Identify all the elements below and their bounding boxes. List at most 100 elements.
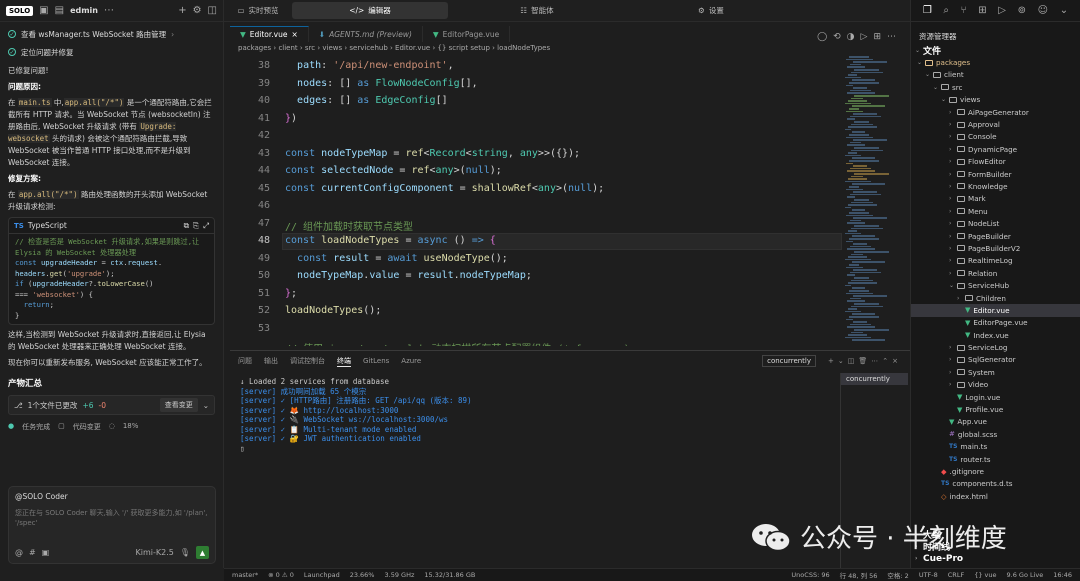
tree-item[interactable]: › ServiceLog xyxy=(911,341,1080,353)
tree-item[interactable]: ▼ Index.vue xyxy=(911,329,1080,341)
tree-item[interactable]: ⌄ src xyxy=(911,81,1080,93)
editor-tab[interactable]: ▼ Editor.vue × xyxy=(230,26,309,42)
tree-item[interactable]: TS router.ts xyxy=(911,453,1080,465)
language-status[interactable]: {} vue xyxy=(974,571,996,579)
panel-icon[interactable]: ▤ xyxy=(55,5,64,16)
tree-item[interactable]: › FlowEditor xyxy=(911,156,1080,168)
tree-item[interactable]: ⌄ ServiceHub xyxy=(911,279,1080,291)
tree-item[interactable]: › SqlGenerator xyxy=(911,354,1080,366)
chevron-down-icon[interactable]: ⌄ xyxy=(203,401,209,410)
tree-item[interactable]: TS components.d.ts xyxy=(911,478,1080,490)
tree-item[interactable]: ◇ index.html xyxy=(911,490,1080,502)
chat-input-box[interactable]: @SOLO Coder 您正在与 SOLO Coder 聊天,输入 '/' 获取… xyxy=(8,486,216,564)
tree-item[interactable]: ▼ Login.vue xyxy=(911,391,1080,403)
tree-item[interactable]: ▼ App.vue xyxy=(911,416,1080,428)
code-editor[interactable]: 38 39 40 41 42 43 44 45 46 47 48 49 50 51 52 53 path: '… xyxy=(230,56,842,346)
mic-icon[interactable]: 🎙 xyxy=(180,548,190,557)
terminal-output[interactable]: ↓ Loaded 2 services from database [serve… xyxy=(240,377,472,453)
tab-agent[interactable]: ☷ 智能体 xyxy=(452,2,622,19)
send-button[interactable]: ▲ xyxy=(196,546,209,559)
tab-azure[interactable]: Azure xyxy=(401,357,421,365)
golive-status[interactable]: 9.6 Go Live xyxy=(1007,571,1044,579)
tree-item[interactable]: ⌄ views xyxy=(911,94,1080,106)
problems-status[interactable]: ⊗ 0 ⚠ 0 xyxy=(268,571,294,579)
sidebar-toggle-icon[interactable]: ▣ xyxy=(39,5,48,16)
tree-item[interactable]: › Relation xyxy=(911,267,1080,279)
tree-item[interactable]: › Mark xyxy=(911,193,1080,205)
indent-status[interactable]: 空格: 2 xyxy=(887,570,908,580)
task-item[interactable]: ✓ 定位问题并修复 xyxy=(0,43,223,61)
settings-icon[interactable]: ⚙ xyxy=(193,5,202,16)
tree-item[interactable]: › Console xyxy=(911,131,1080,143)
editor-actions[interactable]: ◯⟲◑▷⊞⋯ xyxy=(817,32,910,42)
tree-item[interactable]: # global.scss xyxy=(911,428,1080,440)
tree-item[interactable]: › PageBuilderV2 xyxy=(911,242,1080,254)
branch-status[interactable]: master* xyxy=(232,571,258,579)
accounts-icon[interactable]: ☺ xyxy=(1038,5,1048,16)
unocss-status[interactable]: UnoCSS: 96 xyxy=(791,571,829,579)
hash-icon[interactable]: # xyxy=(29,548,36,557)
launchpad-status[interactable]: Launchpad xyxy=(304,571,340,579)
tree-item[interactable]: ▼ Profile.vue xyxy=(911,403,1080,415)
files-icon[interactable]: ❐ xyxy=(923,5,932,16)
line-number: 53 xyxy=(257,322,270,334)
terminal-actions[interactable]: +⌄◫🗑⋯⌃× xyxy=(828,357,902,365)
copy-icon[interactable]: ⧉ xyxy=(184,221,189,231)
mention-icon[interactable]: @ xyxy=(15,548,23,557)
tree-item[interactable]: › PageBuilder xyxy=(911,230,1080,242)
tree-item[interactable]: › Knowledge xyxy=(911,180,1080,192)
tree-item[interactable]: › Approval xyxy=(911,118,1080,130)
eol-status[interactable]: CRLF xyxy=(948,571,964,579)
tree-item[interactable]: TS main.ts xyxy=(911,441,1080,453)
search-icon[interactable]: ⌕ xyxy=(943,5,949,16)
add-chat-icon[interactable]: + xyxy=(178,5,186,16)
tree-item[interactable]: › FormBuilder xyxy=(911,168,1080,180)
tab-gitlens[interactable]: GitLens xyxy=(363,357,389,365)
encoding-status[interactable]: UTF-8 xyxy=(919,571,938,579)
file-change-summary[interactable]: ⎇ 1个文件已更改 +6 -0 查看变更 ⌄ xyxy=(8,395,215,415)
source-control-icon[interactable]: ⑂ xyxy=(961,5,967,16)
workspace-name[interactable]: edmin xyxy=(70,6,98,15)
tab-live-preview[interactable]: ▭ 实时预览 xyxy=(228,2,288,19)
tab-settings[interactable]: ⚙ 设置 xyxy=(626,2,796,19)
more-icon[interactable]: ⋯ xyxy=(104,5,114,16)
run-icon[interactable]: ▷ xyxy=(998,5,1006,16)
tree-item[interactable]: ▼ EditorPage.vue xyxy=(911,317,1080,329)
cursor-position[interactable]: 行 48, 列 56 xyxy=(840,570,878,580)
tree-item[interactable]: › System xyxy=(911,366,1080,378)
extensions-icon[interactable]: ⊞ xyxy=(978,5,986,16)
expand-icon[interactable]: ⤢ xyxy=(203,221,209,231)
model-select[interactable]: Kimi-K2.5 xyxy=(136,548,174,557)
tree-item[interactable]: › Video xyxy=(911,379,1080,391)
layout-icon[interactable]: ◫ xyxy=(208,5,217,16)
tree-item[interactable]: ⌄ packages xyxy=(911,56,1080,68)
terminal-list-item[interactable]: concurrently xyxy=(841,373,908,385)
editor-tab[interactable]: ▼ EditorPage.vue xyxy=(423,26,511,42)
tree-item[interactable]: › NodeList xyxy=(911,217,1080,229)
editor-tab[interactable]: ⬇ AGENTS.md (Preview) xyxy=(309,26,423,42)
chat-input[interactable]: 您正在与 SOLO Coder 聊天,输入 '/' 获取更多能力,如 '/pla… xyxy=(9,506,215,530)
image-icon[interactable]: ▣ xyxy=(42,548,50,557)
tree-item[interactable]: › Menu xyxy=(911,205,1080,217)
remote-icon[interactable]: ⊚ xyxy=(1018,5,1026,16)
terminal-session-select[interactable]: concurrently xyxy=(762,355,817,367)
insert-icon[interactable]: ⎘ xyxy=(193,221,199,231)
tab-terminal[interactable]: 终端 xyxy=(337,356,351,367)
tab-debug-console[interactable]: 调试控制台 xyxy=(290,356,325,366)
tree-item[interactable]: ⌄ client xyxy=(911,69,1080,81)
task-label: 定位问题并修复 xyxy=(21,47,74,57)
tab-editor[interactable]: </> 编辑器 xyxy=(292,2,448,19)
task-item[interactable]: ✓ 查看 wsManager.ts WebSocket 路由管理 › xyxy=(0,25,223,43)
tree-item[interactable]: › Children xyxy=(911,292,1080,304)
tab-problems[interactable]: 问题 xyxy=(238,356,252,366)
tree-item[interactable]: › DynamicPage xyxy=(911,143,1080,155)
section-files[interactable]: ⌄ 文件 xyxy=(911,44,1080,57)
view-changes-button[interactable]: 查看变更 xyxy=(159,398,198,412)
tree-item[interactable]: › RealtimeLog xyxy=(911,255,1080,267)
tree-item[interactable]: ◆ .gitignore xyxy=(911,465,1080,477)
minimap[interactable] xyxy=(845,56,907,346)
tree-item[interactable]: › AiPageGenerator xyxy=(911,106,1080,118)
tree-item[interactable]: ▼ Editor.vue xyxy=(911,304,1080,317)
tab-output[interactable]: 输出 xyxy=(264,356,278,366)
chevron-down-icon[interactable]: ⌄ xyxy=(1060,5,1068,16)
